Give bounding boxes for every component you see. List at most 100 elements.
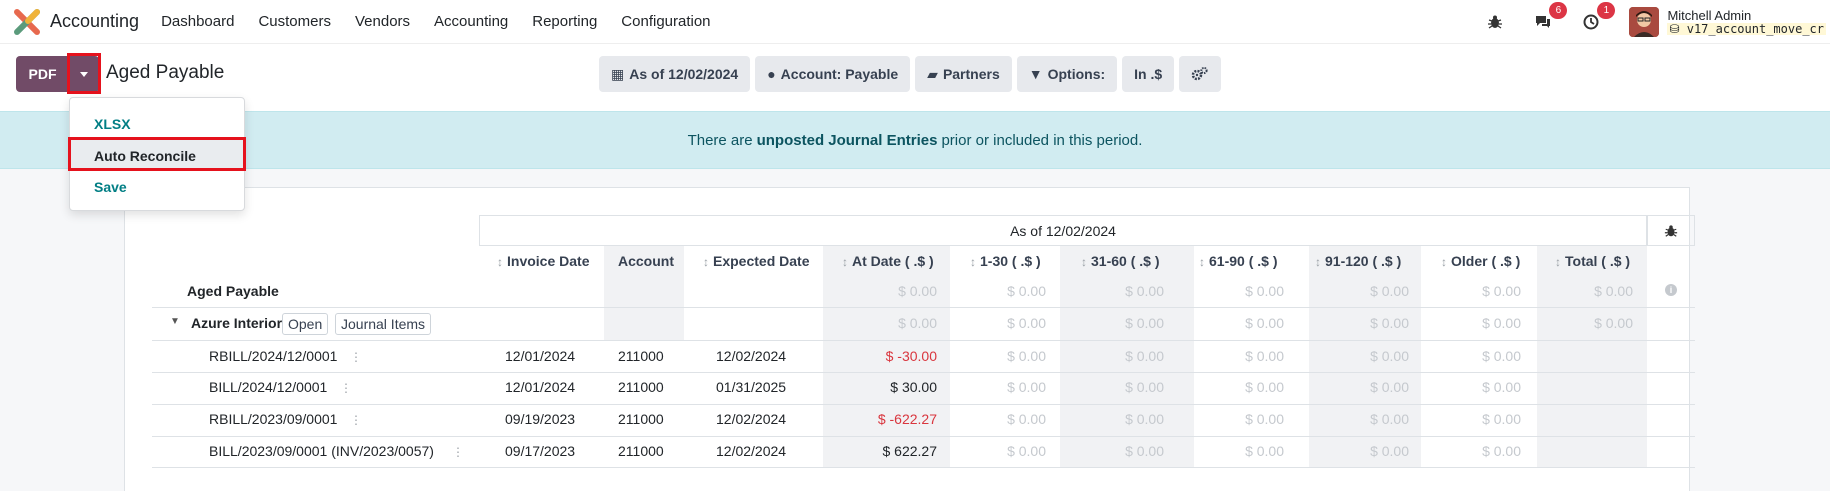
total-total: $ 0.00: [1594, 283, 1633, 299]
col-header-invoice-date[interactable]: ↕ Invoice Date: [497, 253, 589, 269]
currency-filter-button[interactable]: In .$: [1122, 56, 1175, 92]
pdf-button[interactable]: PDF: [16, 56, 69, 92]
line-name[interactable]: BILL/2023/09/0001 (INV/2023/0057): [209, 443, 434, 459]
info-circle-icon[interactable]: i: [1665, 284, 1677, 296]
col-header-61-90[interactable]: ↕ 61-90 ( .$ ): [1199, 253, 1277, 269]
accounting-app-logo[interactable]: [14, 8, 40, 35]
total-1-30: $ 0.00: [1007, 283, 1046, 299]
report-title: Aged Payable: [106, 62, 225, 83]
app-name[interactable]: Accounting: [50, 11, 139, 32]
menu-reporting[interactable]: Reporting: [532, 13, 597, 30]
line-at-date: $ 622.27: [882, 443, 938, 459]
line-invoice-date: 09/17/2023: [505, 443, 576, 459]
col-header-older[interactable]: ↕ Older ( .$ ): [1441, 253, 1520, 269]
highlight-box-dropdown-toggle: [67, 53, 101, 94]
options-filter-button[interactable]: ▼ Options:: [1016, 56, 1118, 92]
messages-count-badge: 6: [1549, 2, 1568, 19]
total-at-date: $ 0.00: [898, 283, 937, 299]
line-expected-date: 12/02/2024: [716, 411, 787, 427]
col-header-expected-date[interactable]: ↕ Expected Date: [703, 253, 809, 269]
partners-filter-button[interactable]: ▰ Partners: [915, 56, 1012, 92]
line-account: 211000: [618, 411, 664, 427]
menu-dashboard[interactable]: Dashboard: [161, 13, 234, 30]
partner-total: $ 0.00: [1594, 315, 1633, 331]
line-31-60: $ 0.00: [1125, 411, 1164, 427]
debug-bug-icon[interactable]: [1485, 12, 1505, 32]
row-divider: [152, 467, 1695, 468]
total-91-120: $ 0.00: [1370, 283, 1409, 299]
line-91-120: $ 0.00: [1370, 379, 1409, 395]
account-filter-button[interactable]: ● Account: Payable: [755, 56, 911, 92]
menu-vendors[interactable]: Vendors: [355, 13, 410, 30]
messages-icon[interactable]: 6: [1533, 2, 1568, 32]
partner-91-120: $ 0.00: [1370, 315, 1409, 331]
partner-open-button[interactable]: Open: [282, 313, 329, 335]
line-older: $ 0.00: [1482, 348, 1521, 364]
kebab-menu-icon[interactable]: ⋮: [350, 413, 362, 427]
col-header-account[interactable]: Account: [618, 253, 674, 269]
col-header-91-120[interactable]: ↕ 91-120 ( .$ ): [1315, 253, 1401, 269]
total-row-label: Aged Payable: [187, 283, 279, 299]
row-divider: [152, 340, 1695, 341]
line-31-60: $ 0.00: [1125, 443, 1164, 459]
col-header-at-date[interactable]: ↕ At Date ( .$ ): [842, 253, 934, 269]
line-at-date: $ -30.00: [885, 348, 937, 364]
sort-grip-icon: ↕: [1199, 255, 1205, 269]
partner-61-90: $ 0.00: [1245, 315, 1284, 331]
dropdown-item-save[interactable]: Save: [70, 171, 244, 202]
date-filter-button[interactable]: ▦ As of 12/02/2024: [599, 56, 751, 92]
line-name[interactable]: BILL/2024/12/0001: [209, 379, 327, 395]
kebab-menu-icon[interactable]: ⋮: [452, 445, 464, 459]
line-older: $ 0.00: [1482, 411, 1521, 427]
row-divider: [152, 372, 1695, 373]
col-header-1-30[interactable]: ↕ 1-30 ( .$ ): [970, 253, 1041, 269]
settings-cogs-button[interactable]: [1179, 56, 1222, 92]
sort-grip-icon: ↕: [703, 255, 709, 269]
unposted-entries-alert: There are unposted Journal Entries prior…: [0, 111, 1830, 169]
menu-customers[interactable]: Customers: [258, 13, 331, 30]
total-older: $ 0.00: [1482, 283, 1521, 299]
line-91-120: $ 0.00: [1370, 443, 1409, 459]
report-debug-button[interactable]: [1647, 215, 1695, 246]
line-61-90: $ 0.00: [1245, 379, 1284, 395]
line-61-90: $ 0.00: [1245, 411, 1284, 427]
partner-at-date: $ 0.00: [898, 315, 937, 331]
user-menu[interactable]: Mitchell Admin ⛁ v17_account_move_cr: [1667, 7, 1826, 36]
col-header-31-60[interactable]: ↕ 31-60 ( .$ ): [1081, 253, 1159, 269]
line-account: 211000: [618, 348, 664, 364]
line-expected-date: 12/02/2024: [716, 348, 787, 364]
cogs-icon: [1191, 66, 1208, 81]
line-name[interactable]: RBILL/2023/09/0001: [209, 411, 337, 427]
row-divider: [152, 404, 1695, 405]
sort-grip-icon: ↕: [1315, 255, 1321, 269]
line-31-60: $ 0.00: [1125, 348, 1164, 364]
partner-name[interactable]: Azure Interior: [191, 315, 282, 331]
partner-31-60: $ 0.00: [1125, 315, 1164, 331]
kebab-menu-icon[interactable]: ⋮: [340, 381, 352, 395]
unposted-entries-link[interactable]: unposted Journal Entries: [757, 132, 938, 149]
line-account: 211000: [618, 379, 664, 395]
line-invoice-date: 12/01/2024: [505, 348, 576, 364]
filter-icon: ▼: [1028, 66, 1043, 82]
line-older: $ 0.00: [1482, 443, 1521, 459]
menu-configuration[interactable]: Configuration: [621, 13, 710, 30]
line-name[interactable]: RBILL/2024/12/0001: [209, 348, 337, 364]
user-avatar[interactable]: [1629, 7, 1660, 37]
folder-open-icon: ▰: [927, 65, 938, 82]
partner-journal-items-button[interactable]: Journal Items: [335, 313, 432, 335]
dropdown-item-xlsx[interactable]: XLSX: [70, 108, 244, 139]
line-1-30: $ 0.00: [1007, 411, 1046, 427]
user-name: Mitchell Admin: [1667, 7, 1752, 23]
total-column-shade: [1537, 246, 1647, 468]
sort-grip-icon: ↕: [970, 255, 976, 269]
line-91-120: $ 0.00: [1370, 348, 1409, 364]
caret-expand-icon[interactable]: ▼: [170, 316, 180, 327]
line-at-date: $ -622.27: [877, 411, 937, 427]
col-header-total[interactable]: ↕ Total ( .$ ): [1555, 253, 1630, 269]
activities-clock-icon[interactable]: 1: [1581, 2, 1616, 32]
calendar-icon: ▦: [611, 65, 625, 82]
line-account: 211000: [618, 443, 664, 459]
kebab-menu-icon[interactable]: ⋮: [350, 350, 362, 364]
period-header: As of 12/02/2024: [479, 215, 1647, 246]
menu-accounting[interactable]: Accounting: [434, 13, 508, 30]
